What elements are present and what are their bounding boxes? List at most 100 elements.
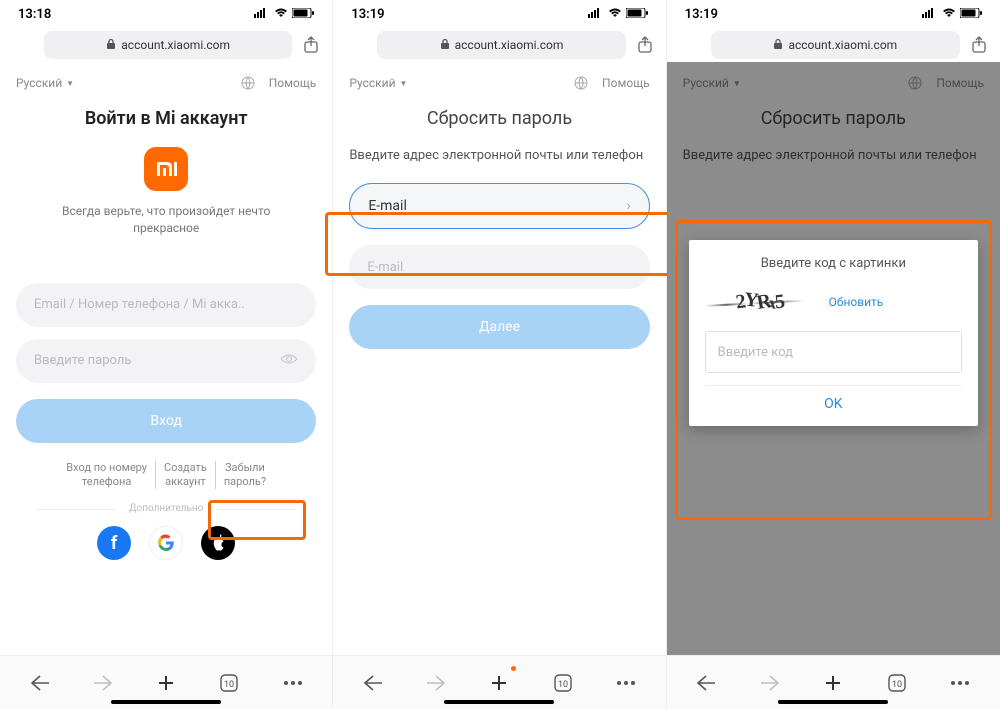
chevron-down-icon: ▼ (66, 79, 74, 88)
share-button[interactable] (300, 34, 322, 56)
captcha-placeholder: Введите код (718, 345, 793, 360)
subtitle: Введите адрес электронной почты или теле… (349, 147, 649, 165)
captcha-input[interactable]: Введите код (705, 331, 962, 373)
new-tab-button[interactable] (147, 664, 185, 702)
tabs-button[interactable]: 10 (544, 664, 582, 702)
battery-icon (626, 7, 648, 22)
language-label: Русский (16, 76, 62, 90)
new-tab-button[interactable] (814, 664, 852, 702)
url-text: account.xiaomi.com (455, 38, 564, 52)
google-icon[interactable] (149, 526, 183, 560)
share-button[interactable] (968, 34, 990, 56)
forgot-password-link[interactable]: Забылипароль? (216, 461, 274, 490)
screen-reset: 13:19 AA account.xiaomi.com Русский ▼ (333, 0, 666, 709)
battery-icon (960, 7, 982, 22)
help-link[interactable]: Помощь (269, 76, 317, 90)
signal-icon (922, 7, 938, 22)
url-text: account.xiaomi.com (121, 38, 230, 52)
back-button[interactable] (687, 664, 725, 702)
url-field[interactable]: account.xiaomi.com (44, 31, 292, 59)
menu-button[interactable] (607, 664, 645, 702)
content-area: Русский ▼ Помощь Войти в Mi аккаунт Всег… (0, 62, 332, 655)
language-label: Русский (349, 76, 395, 90)
help-link[interactable]: Помощь (602, 76, 650, 90)
link-row: Вход по номерутелефона Создатьаккаунт За… (16, 461, 316, 490)
captcha-modal: Введите код с картинки 2 Y R x 5 Обновит… (689, 240, 978, 426)
refresh-captcha-link[interactable]: Обновить (829, 295, 884, 309)
login-placeholder: Email / Номер телефона / Mi акка.. (34, 297, 245, 312)
status-icons (588, 7, 648, 22)
phone-login-link[interactable]: Вход по номерутелефона (58, 461, 156, 490)
back-button[interactable] (354, 664, 392, 702)
next-button[interactable]: Далее (349, 305, 649, 349)
forward-button[interactable] (417, 664, 455, 702)
login-input[interactable]: Email / Номер телефона / Mi акка.. (16, 283, 316, 327)
status-bar: 13:18 (0, 0, 332, 28)
forward-button[interactable] (84, 664, 122, 702)
social-row: f (16, 526, 316, 560)
url-text: account.xiaomi.com (788, 38, 897, 52)
forward-button[interactable] (751, 664, 789, 702)
wifi-icon (608, 7, 622, 22)
url-field[interactable]: account.xiaomi.com (711, 31, 960, 59)
status-icons (922, 7, 982, 22)
method-label: E-mail (368, 198, 407, 214)
tabs-button[interactable]: 10 (210, 664, 248, 702)
home-indicator (778, 700, 888, 704)
status-bar: 13:19 (667, 0, 1000, 28)
method-selector[interactable]: E-mail › (349, 183, 649, 229)
svg-text:10: 10 (558, 680, 568, 690)
signal-icon (254, 7, 270, 22)
lock-icon (773, 38, 783, 53)
lock-icon (106, 38, 116, 53)
apple-icon[interactable] (201, 526, 235, 560)
language-selector[interactable]: Русский ▼ (16, 76, 74, 90)
url-field[interactable]: account.xiaomi.com (377, 31, 625, 59)
address-bar: AA account.xiaomi.com (667, 28, 1000, 62)
status-time: 13:19 (685, 7, 718, 22)
header-row: Русский ▼ Помощь (349, 76, 649, 90)
create-account-link[interactable]: Создатьаккаунт (156, 461, 216, 490)
tabs-button[interactable]: 10 (878, 664, 916, 702)
page-title: Сбросить пароль (349, 108, 649, 129)
svg-text:10: 10 (224, 680, 234, 690)
header-row: Русский ▼ Помощь (16, 76, 316, 90)
globe-icon[interactable] (241, 76, 255, 90)
ok-button[interactable]: OK (705, 385, 962, 416)
email-placeholder: E-mail (367, 260, 403, 275)
wifi-icon (942, 7, 956, 22)
facebook-icon[interactable]: f (97, 526, 131, 560)
captcha-image: 2 Y R x 5 (705, 285, 815, 319)
mi-logo (144, 147, 188, 191)
email-input[interactable]: E-mail (349, 245, 649, 289)
menu-button[interactable] (274, 664, 312, 702)
svg-text:10: 10 (892, 680, 902, 690)
lock-icon (440, 38, 450, 53)
eye-icon[interactable] (280, 353, 298, 369)
menu-button[interactable] (941, 664, 979, 702)
content-area: Русский ▼ Помощь Сбросить пароль Введите… (333, 62, 665, 655)
login-button[interactable]: Вход (16, 399, 316, 443)
new-tab-button[interactable] (480, 664, 518, 702)
password-placeholder: Введите пароль (34, 353, 131, 368)
screen-login: 13:18 AA account.xiaomi.com Русский ▼ (0, 0, 333, 709)
chevron-down-icon: ▼ (400, 79, 408, 88)
back-button[interactable] (21, 664, 59, 702)
screen-captcha: 13:19 AA account.xiaomi.com Русский ▼ (667, 0, 1000, 709)
language-selector[interactable]: Русский ▼ (349, 76, 407, 90)
address-bar: AA account.xiaomi.com (0, 28, 332, 62)
password-input[interactable]: Введите пароль (16, 339, 316, 383)
battery-icon (292, 7, 314, 22)
more-divider: Дополнительно (16, 503, 316, 514)
slogan: Всегда верьте, что произойдет нечто прек… (16, 203, 316, 237)
address-bar: AA account.xiaomi.com (333, 28, 665, 62)
share-button[interactable] (634, 34, 656, 56)
status-time: 13:19 (351, 7, 384, 22)
globe-icon[interactable] (574, 76, 588, 90)
wifi-icon (274, 7, 288, 22)
home-indicator (111, 700, 221, 704)
status-icons (254, 7, 314, 22)
captcha-row: 2 Y R x 5 Обновить (705, 285, 962, 319)
page-title: Войти в Mi аккаунт (16, 108, 316, 129)
modal-title: Введите код с картинки (705, 256, 962, 271)
